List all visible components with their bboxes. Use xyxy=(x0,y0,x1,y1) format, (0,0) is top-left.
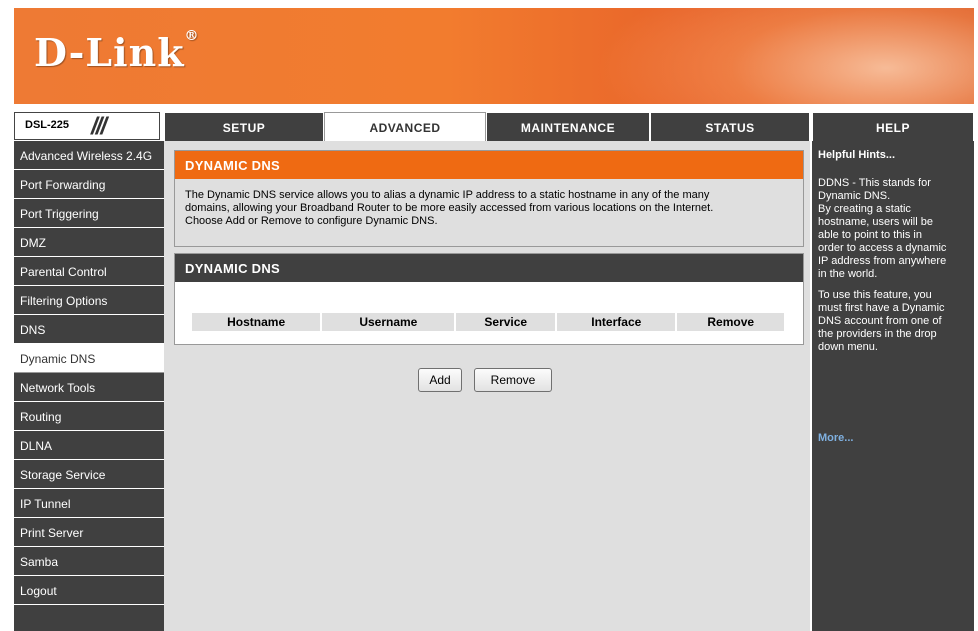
help-line: must first have a Dynamic xyxy=(818,302,945,314)
sidebar-item-print-server[interactable]: Print Server xyxy=(14,518,164,547)
help-line: hostname, users will be xyxy=(818,216,933,228)
description: The Dynamic DNS service allows you to al… xyxy=(175,179,803,228)
help-line: DNS account from one of xyxy=(818,315,942,327)
help-line: IP address from anywhere xyxy=(818,255,947,267)
sidebar-item-dlna[interactable]: DLNA xyxy=(14,431,164,460)
logo-text: D-Link xyxy=(34,30,185,75)
tab-maintenance[interactable]: MAINTENANCE xyxy=(486,112,650,141)
description-line: Choose Add or Remove to configure Dynami… xyxy=(185,215,438,227)
sidebar-item-filtering-options[interactable]: Filtering Options xyxy=(14,286,164,315)
help-line: order to access a dynamic xyxy=(818,242,947,254)
sidebar-item-dynamic-dns[interactable]: Dynamic DNS xyxy=(14,344,164,373)
help-text: DDNS - This stands for Dynamic DNS. By c… xyxy=(812,177,974,354)
help-line: Dynamic DNS. xyxy=(818,190,891,202)
help-title: Helpful Hints... xyxy=(818,149,895,161)
help-line: By creating a static xyxy=(818,203,911,215)
description-line: domains, allowing your Broadband Router … xyxy=(185,202,714,214)
intro-panel: DYNAMIC DNS The Dynamic DNS service allo… xyxy=(174,150,804,247)
sidebar: Advanced Wireless 2.4G Port Forwarding P… xyxy=(14,141,164,631)
help-line: able to point to this in xyxy=(818,229,922,241)
column-username: Username xyxy=(322,313,457,331)
help-line: down menu. xyxy=(818,341,878,353)
sidebar-item-advanced-wireless[interactable]: Advanced Wireless 2.4G xyxy=(14,141,164,170)
more-link[interactable]: More... xyxy=(812,432,859,444)
sidebar-item-samba[interactable]: Samba xyxy=(14,547,164,576)
tab-advanced[interactable]: ADVANCED xyxy=(324,112,486,142)
tab-setup[interactable]: SETUP xyxy=(164,112,324,141)
table-title: DYNAMIC DNS xyxy=(175,254,803,282)
help-line: in the world. xyxy=(818,268,878,280)
column-remove: Remove xyxy=(707,315,755,329)
tab-status[interactable]: STATUS xyxy=(650,112,810,141)
ddns-table-header: Hostname Username Service Interface Remo… xyxy=(192,313,784,331)
help-panel: Helpful Hints... DDNS - This stands for … xyxy=(812,141,974,631)
banner-swoosh xyxy=(574,8,974,104)
help-line: To use this feature, you xyxy=(818,289,932,301)
sidebar-item-routing[interactable]: Routing xyxy=(14,402,164,431)
help-line: DDNS - This stands for xyxy=(818,177,931,189)
remove-button[interactable]: Remove xyxy=(474,368,552,392)
add-button[interactable]: Add xyxy=(418,368,462,392)
dlink-logo: D-Link® xyxy=(34,28,200,75)
model-badge: DSL-225 /// xyxy=(14,112,160,140)
tab-help[interactable]: HELP xyxy=(812,112,974,141)
help-line: the providers in the drop xyxy=(818,328,937,340)
main-content: DYNAMIC DNS The Dynamic DNS service allo… xyxy=(164,141,810,631)
column-hostname: Hostname xyxy=(192,313,323,331)
ddns-table-panel: DYNAMIC DNS Hostname Username Service In… xyxy=(174,253,804,345)
sidebar-item-ip-tunnel[interactable]: IP Tunnel xyxy=(14,489,164,518)
column-service: Service xyxy=(456,313,558,331)
sidebar-item-parental-control[interactable]: Parental Control xyxy=(14,257,164,286)
header-banner: D-Link® xyxy=(14,8,974,104)
sidebar-item-logout[interactable]: Logout xyxy=(14,576,164,605)
sidebar-item-port-forwarding[interactable]: Port Forwarding xyxy=(14,170,164,199)
sidebar-item-dmz[interactable]: DMZ xyxy=(14,228,164,257)
model-label: DSL-225 xyxy=(25,119,70,131)
column-interface: Interface xyxy=(557,313,678,331)
sidebar-item-dns[interactable]: DNS xyxy=(14,315,164,344)
sidebar-item-port-triggering[interactable]: Port Triggering xyxy=(14,199,164,228)
section-title: DYNAMIC DNS xyxy=(175,151,803,179)
sidebar-item-storage-service[interactable]: Storage Service xyxy=(14,460,164,489)
description-line: The Dynamic DNS service allows you to al… xyxy=(185,189,710,201)
sidebar-item-network-tools[interactable]: Network Tools xyxy=(14,373,164,402)
slashes-icon: /// xyxy=(91,113,107,140)
